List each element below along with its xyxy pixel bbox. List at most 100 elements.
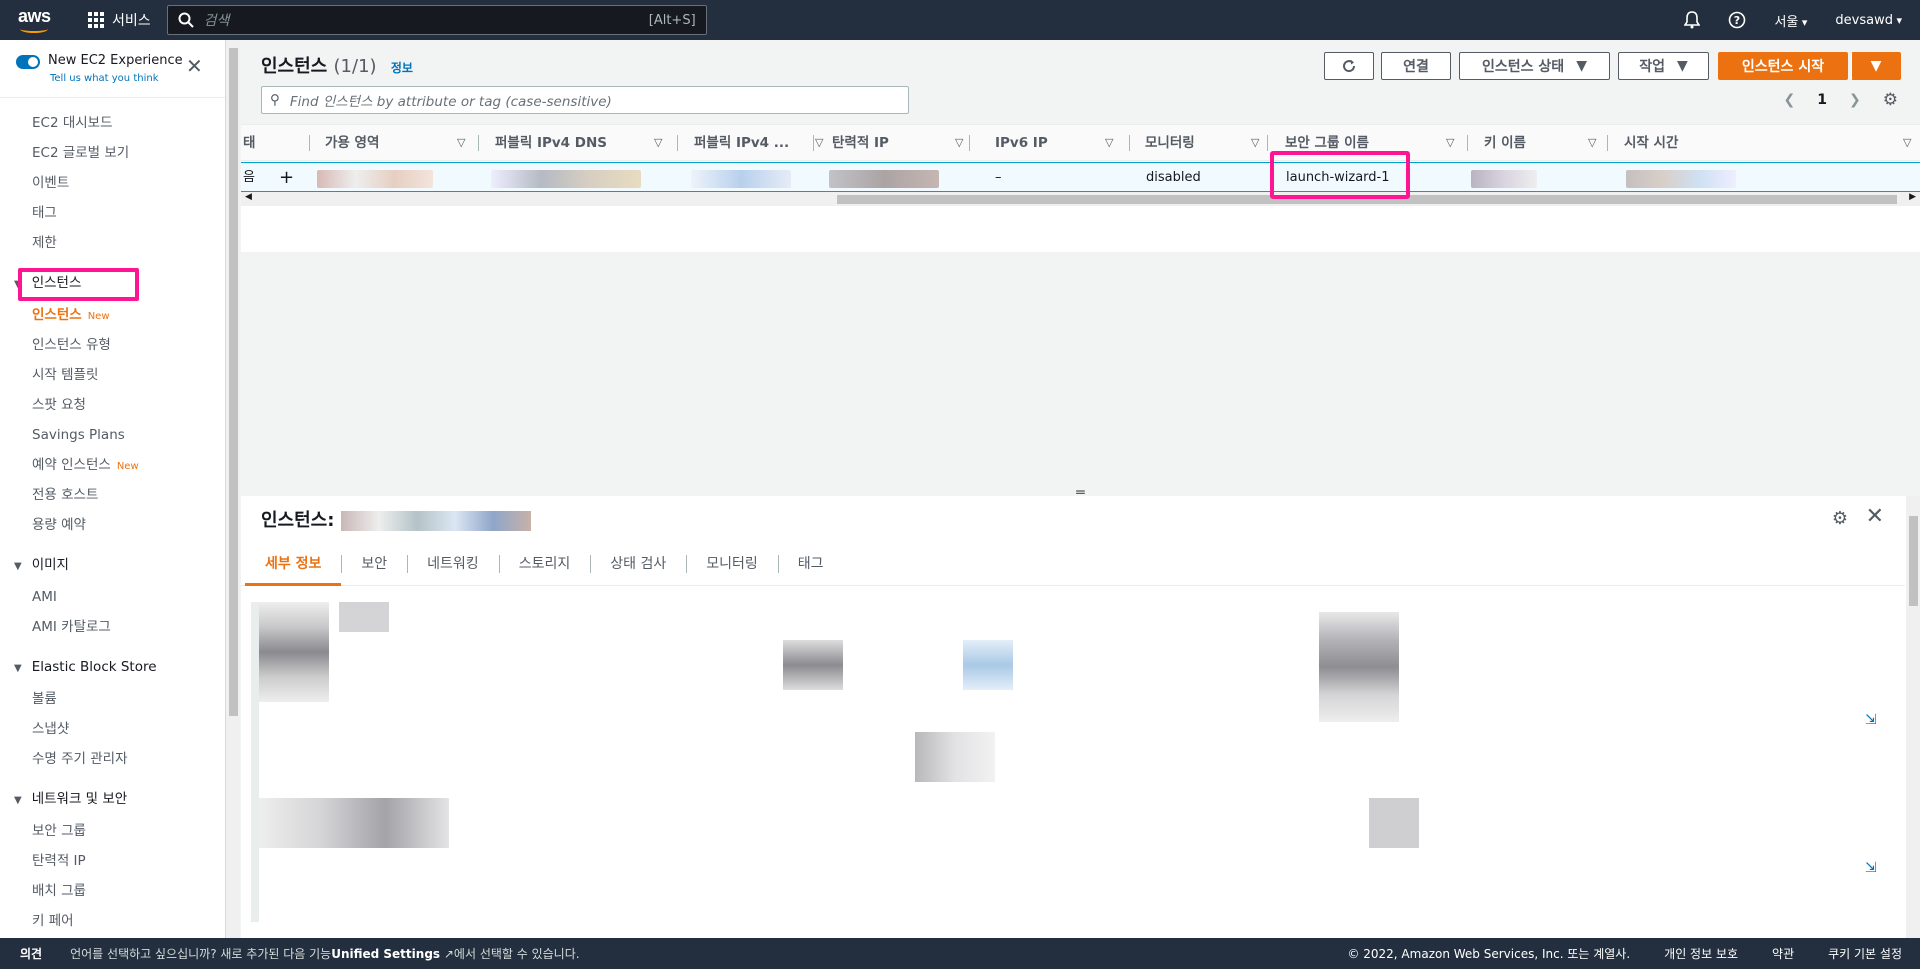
column-header[interactable]: 모니터링 bbox=[1145, 125, 1195, 161]
sort-icon[interactable]: ▽ bbox=[1251, 125, 1259, 161]
filter-input[interactable]: ⚲ Find 인스턴스 by attribute or tag (case-se… bbox=[261, 86, 909, 114]
sidebar-item[interactable]: 시작 템플릿 bbox=[0, 360, 225, 390]
aws-logo[interactable]: aws bbox=[16, 6, 56, 34]
feedback-link[interactable]: 의견 bbox=[20, 945, 42, 962]
sort-icon[interactable]: ▽ bbox=[654, 125, 662, 161]
feedback-link[interactable]: Tell us what you think bbox=[50, 73, 159, 84]
account-menu[interactable]: devsawd bbox=[1835, 13, 1902, 28]
sort-icon[interactable]: ▽ bbox=[1446, 125, 1454, 161]
footer: 의견 언어를 선택하고 싶으십니까? 새로 추가된 다음 기능Unified S… bbox=[0, 938, 1920, 969]
column-separator[interactable] bbox=[1467, 135, 1468, 151]
region-selector[interactable]: 서울 bbox=[1774, 11, 1807, 30]
unified-settings-link[interactable]: Unified Settings bbox=[331, 947, 440, 961]
sidebar-item[interactable]: 키 페어 bbox=[0, 906, 225, 936]
sidebar-item[interactable]: 보안 그룹 bbox=[0, 816, 225, 846]
sidebar-item[interactable]: EC2 대시보드 bbox=[0, 108, 225, 138]
column-header[interactable]: 시작 시간 bbox=[1624, 125, 1678, 161]
scroll-right-icon[interactable]: ▶ bbox=[1909, 192, 1916, 202]
column-separator[interactable] bbox=[1129, 135, 1130, 151]
detail-tab[interactable]: 보안 bbox=[341, 542, 407, 586]
close-icon[interactable]: ✕ bbox=[186, 54, 203, 78]
info-link[interactable]: 정보 bbox=[391, 61, 413, 75]
sidebar-scrollbar[interactable] bbox=[226, 40, 240, 938]
sidebar-section-header[interactable]: Elastic Block Store bbox=[0, 650, 225, 684]
external-link-icon[interactable]: ⇲ bbox=[1865, 860, 1877, 876]
actions-button[interactable]: 작업 ▼ bbox=[1618, 52, 1709, 80]
sidebar-item[interactable]: 배치 그룹 bbox=[0, 876, 225, 906]
detail-tab[interactable]: 모니터링 bbox=[686, 542, 778, 586]
column-separator[interactable] bbox=[1607, 135, 1608, 151]
scroll-left-icon[interactable]: ◀ bbox=[245, 192, 252, 202]
sidebar-item[interactable]: 용량 예약 bbox=[0, 510, 225, 540]
terms-link[interactable]: 약관 bbox=[1772, 945, 1794, 962]
sidebar-item[interactable]: 전용 호스트 bbox=[0, 480, 225, 510]
sort-icon[interactable]: ▽ bbox=[457, 125, 465, 161]
sidebar-item[interactable]: AMI 카탈로그 bbox=[0, 612, 225, 642]
detail-tab[interactable]: 상태 검사 bbox=[590, 542, 686, 586]
sidebar-item[interactable]: EC2 글로벌 보기 bbox=[0, 138, 225, 168]
launch-instances-button[interactable]: 인스턴스 시작 bbox=[1718, 52, 1848, 80]
privacy-link[interactable]: 개인 정보 보호 bbox=[1664, 945, 1738, 962]
external-link-icon[interactable]: ⇲ bbox=[1865, 712, 1877, 728]
global-search-input[interactable]: 검색 [Alt+S] bbox=[166, 5, 707, 35]
sort-icon[interactable]: ▽ bbox=[1903, 125, 1911, 161]
sort-icon[interactable]: ▽ bbox=[955, 125, 963, 161]
cookies-link[interactable]: 쿠키 기본 설정 bbox=[1828, 945, 1902, 962]
sidebar-section-header[interactable]: 네트워크 및 보안 bbox=[0, 782, 225, 816]
sidebar-item[interactable]: AMI bbox=[0, 582, 225, 612]
instance-state-button[interactable]: 인스턴스 상태 ▼ bbox=[1459, 52, 1610, 80]
refresh-button[interactable] bbox=[1324, 52, 1374, 80]
column-header[interactable]: IPv6 IP bbox=[995, 125, 1048, 161]
sidebar-item[interactable]: 수명 주기 관리자 bbox=[0, 744, 225, 774]
gear-icon[interactable]: ⚙ bbox=[1832, 508, 1848, 529]
detail-scrollbar[interactable] bbox=[1906, 496, 1920, 938]
detail-tab[interactable]: 스토리지 bbox=[498, 542, 591, 586]
column-header[interactable]: 키 이름 bbox=[1484, 125, 1526, 161]
sort-icon[interactable]: ▽ bbox=[1588, 125, 1596, 161]
chevron-left-icon[interactable]: ❮ bbox=[1784, 92, 1796, 108]
sidebar-item[interactable]: 태그 bbox=[0, 198, 225, 228]
sidebar-item[interactable]: 제한 bbox=[0, 228, 225, 258]
services-menu-button[interactable]: 서비스 bbox=[88, 10, 151, 30]
sidebar-item[interactable]: 스팟 요청 bbox=[0, 390, 225, 420]
column-header[interactable]: 퍼블릭 IPv4 ... bbox=[694, 125, 789, 161]
launch-dropdown-button[interactable]: ▼ bbox=[1851, 52, 1901, 80]
sidebar-item[interactable]: 인스턴스 유형 bbox=[0, 330, 225, 360]
sidebar-item[interactable]: 인스턴스 New bbox=[0, 300, 225, 330]
sort-icon[interactable]: ▽ bbox=[815, 125, 823, 161]
sidebar-item[interactable]: 볼륨 bbox=[0, 684, 225, 714]
sidebar-item[interactable]: 탄력적 IP bbox=[0, 846, 225, 876]
redacted-block bbox=[259, 602, 329, 702]
detail-tab[interactable]: 태그 bbox=[777, 542, 844, 586]
help-icon[interactable]: ? bbox=[1728, 11, 1746, 29]
page-number[interactable]: 1 bbox=[1817, 92, 1827, 108]
new-experience-toggle[interactable] bbox=[16, 55, 40, 69]
sidebar-item[interactable]: 스냅샷 bbox=[0, 714, 225, 744]
column-header[interactable]: 탄력적 IP bbox=[832, 125, 889, 161]
detail-tab[interactable]: 네트워킹 bbox=[407, 542, 499, 586]
redacted-block bbox=[915, 732, 995, 782]
chevron-right-icon[interactable]: ❯ bbox=[1849, 92, 1861, 108]
column-separator[interactable] bbox=[478, 135, 479, 151]
connect-button[interactable]: 연결 bbox=[1381, 52, 1451, 80]
column-separator[interactable] bbox=[813, 135, 814, 151]
close-icon[interactable]: ✕ bbox=[1866, 504, 1884, 529]
column-separator[interactable] bbox=[677, 135, 678, 151]
column-header[interactable]: 가용 영역 bbox=[325, 125, 379, 161]
detail-tab[interactable]: 세부 정보 bbox=[245, 542, 342, 586]
sidebar-section-header[interactable]: 이미지 bbox=[0, 548, 225, 582]
table-horizontal-scrollbar[interactable]: ◀ ▶ bbox=[241, 192, 1920, 206]
column-separator[interactable] bbox=[1267, 135, 1268, 151]
column-separator[interactable] bbox=[969, 135, 970, 151]
table-row[interactable]: 음 + – disabled launch-wizard-1 bbox=[241, 162, 1920, 192]
bell-icon[interactable] bbox=[1684, 11, 1701, 29]
expand-plus-icon[interactable]: + bbox=[279, 163, 294, 193]
column-header[interactable]: 태 bbox=[243, 125, 255, 161]
sidebar-item[interactable]: Savings Plans bbox=[0, 420, 225, 450]
column-separator[interactable] bbox=[309, 135, 310, 151]
gear-icon[interactable]: ⚙ bbox=[1883, 90, 1898, 110]
sidebar-item[interactable]: 예약 인스턴스 New bbox=[0, 450, 225, 480]
sidebar-item[interactable]: 이벤트 bbox=[0, 168, 225, 198]
sort-icon[interactable]: ▽ bbox=[1105, 125, 1113, 161]
column-header[interactable]: 퍼블릭 IPv4 DNS bbox=[495, 125, 607, 161]
